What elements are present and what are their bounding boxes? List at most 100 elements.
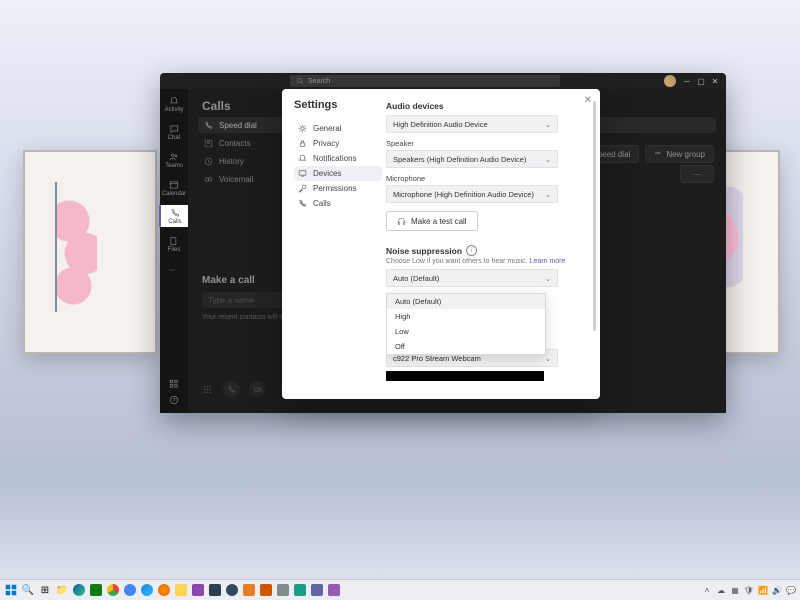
taskbar-app-9[interactable] bbox=[276, 583, 290, 597]
noise-option-low[interactable]: Low bbox=[387, 324, 545, 339]
taskbar-app-3[interactable] bbox=[174, 583, 188, 597]
global-search[interactable]: Search bbox=[290, 75, 560, 87]
taskbar-app-7[interactable] bbox=[242, 583, 256, 597]
rail-chat-label: Chat bbox=[168, 135, 181, 141]
nav-calls[interactable]: Calls bbox=[294, 196, 382, 211]
rail-activity-label: Activity bbox=[164, 107, 183, 113]
nav-general[interactable]: General bbox=[294, 121, 382, 136]
settings-nav: General Privacy Notifications Devices Pe… bbox=[294, 121, 382, 211]
taskbar-edge[interactable] bbox=[72, 583, 86, 597]
taskbar-chrome[interactable] bbox=[106, 583, 120, 597]
nav-devices[interactable]: Devices bbox=[294, 166, 382, 181]
rail-files-label: Files bbox=[168, 247, 181, 253]
titlebar: Search ─ ▢ ✕ bbox=[160, 73, 726, 89]
window-maximize[interactable]: ▢ bbox=[696, 76, 706, 86]
taskbar-search[interactable]: 🔍 bbox=[21, 583, 35, 597]
taskbar-app-6[interactable] bbox=[225, 583, 239, 597]
taskbar-firefox[interactable] bbox=[157, 583, 171, 597]
svg-text:?: ? bbox=[173, 398, 176, 404]
microphone-label: Microphone bbox=[386, 174, 584, 183]
tray-up-icon[interactable]: ˄ bbox=[702, 585, 712, 595]
window-close[interactable]: ✕ bbox=[710, 76, 720, 86]
rail-more[interactable]: ⋯ bbox=[160, 261, 188, 283]
system-tray: ˄ ☁ ▦ 🛡 📶 🔊 💬 bbox=[702, 585, 796, 595]
search-placeholder: Search bbox=[308, 78, 330, 85]
settings-scrollbar[interactable] bbox=[593, 101, 596, 385]
noise-option-off[interactable]: Off bbox=[387, 339, 545, 354]
more-icon: ⋯ bbox=[169, 267, 179, 277]
nav-general-label: General bbox=[313, 124, 341, 133]
nav-notifications-label: Notifications bbox=[313, 154, 357, 163]
taskbar-app-11[interactable] bbox=[327, 583, 341, 597]
start-button[interactable] bbox=[4, 583, 18, 597]
app-rail: Activity Chat Teams Calendar Calls Files… bbox=[160, 89, 188, 413]
noise-option-high[interactable]: High bbox=[387, 309, 545, 324]
nav-notifications[interactable]: Notifications bbox=[294, 151, 382, 166]
nav-devices-label: Devices bbox=[313, 169, 341, 178]
info-icon[interactable]: i bbox=[466, 245, 477, 256]
headset-icon bbox=[397, 217, 406, 226]
tray-sound-icon[interactable]: 🔊 bbox=[772, 585, 782, 595]
taskbar-app-1[interactable] bbox=[89, 583, 103, 597]
taskbar-app-5[interactable] bbox=[208, 583, 222, 597]
settings-title: Settings bbox=[294, 99, 382, 111]
rail-files[interactable]: Files bbox=[160, 233, 188, 255]
tray-onedrive-icon[interactable]: ☁ bbox=[716, 585, 726, 595]
apps-icon[interactable] bbox=[169, 379, 179, 389]
rail-chat[interactable]: Chat bbox=[160, 121, 188, 143]
search-icon bbox=[296, 77, 304, 85]
rail-teams[interactable]: Teams bbox=[160, 149, 188, 171]
avatar[interactable] bbox=[664, 75, 676, 87]
tray-action-center-icon[interactable]: 💬 bbox=[786, 585, 796, 595]
rail-teams-label: Teams bbox=[165, 163, 183, 169]
audio-device-value: High Definition Audio Device bbox=[393, 120, 488, 129]
microphone-select[interactable]: Microphone (High Definition Audio Device… bbox=[386, 185, 558, 203]
rail-calendar[interactable]: Calendar bbox=[160, 177, 188, 199]
noise-suppression-heading: Noise suppression bbox=[386, 246, 462, 256]
taskbar: 🔍 ⊞ 📁 ˄ ☁ ▦ 🛡 📶 🔊 💬 bbox=[0, 579, 800, 600]
taskbar-app-2[interactable] bbox=[123, 583, 137, 597]
speaker-value: Speakers (High Definition Audio Device) bbox=[393, 155, 526, 164]
noise-help-text: Choose Low if you want others to hear mu… bbox=[386, 258, 528, 265]
taskbar-app-8[interactable] bbox=[259, 583, 273, 597]
learn-more-link[interactable]: Learn more bbox=[530, 258, 566, 265]
chevron-down-icon: ⌄ bbox=[545, 190, 551, 199]
taskbar-edge-2[interactable] bbox=[140, 583, 154, 597]
nav-permissions[interactable]: Permissions bbox=[294, 181, 382, 196]
audio-devices-heading: Audio devices bbox=[386, 101, 584, 111]
taskbar-teams[interactable] bbox=[310, 583, 324, 597]
chevron-down-icon: ⌄ bbox=[545, 155, 551, 164]
audio-device-select[interactable]: High Definition Audio Device ⌄ bbox=[386, 115, 558, 133]
window-minimize[interactable]: ─ bbox=[682, 76, 692, 86]
rail-bottom: ? bbox=[160, 379, 188, 405]
test-call-label: Make a test call bbox=[411, 217, 467, 226]
rail-activity[interactable]: Activity bbox=[160, 93, 188, 115]
taskbar-app-10[interactable] bbox=[293, 583, 307, 597]
settings-dialog: ✕ Settings General Privacy Notifications… bbox=[282, 89, 600, 399]
tray-app-icon[interactable]: ▦ bbox=[730, 585, 740, 595]
chevron-down-icon: ⌄ bbox=[545, 120, 551, 129]
noise-option-auto-default-[interactable]: Auto (Default) bbox=[387, 294, 545, 309]
noise-suppression-select[interactable]: Auto (Default)⌄ bbox=[386, 269, 558, 287]
taskbar-app-4[interactable] bbox=[191, 583, 205, 597]
nav-permissions-label: Permissions bbox=[313, 184, 357, 193]
taskbar-explorer[interactable]: 📁 bbox=[55, 583, 69, 597]
nav-privacy-label: Privacy bbox=[313, 139, 339, 148]
tray-security-icon[interactable]: 🛡 bbox=[744, 585, 754, 595]
noise-suppression-dropdown: Auto (Default)HighLowOff bbox=[386, 293, 546, 355]
microphone-value: Microphone (High Definition Audio Device… bbox=[393, 190, 534, 199]
speaker-select[interactable]: Speakers (High Definition Audio Device) ⌄ bbox=[386, 150, 558, 168]
rail-calendar-label: Calendar bbox=[162, 191, 186, 197]
noise-suppression-help: Choose Low if you want others to hear mu… bbox=[386, 258, 584, 265]
test-call-button[interactable]: Make a test call bbox=[386, 211, 478, 231]
nav-privacy[interactable]: Privacy bbox=[294, 136, 382, 151]
chevron-down-icon: ⌄ bbox=[545, 354, 551, 363]
help-icon[interactable]: ? bbox=[169, 395, 179, 405]
tray-wifi-icon[interactable]: 📶 bbox=[758, 585, 768, 595]
camera-preview bbox=[386, 371, 544, 381]
chevron-down-icon: ⌄ bbox=[545, 274, 551, 283]
taskbar-taskview[interactable]: ⊞ bbox=[38, 583, 52, 597]
desktop-photo-left bbox=[23, 150, 157, 354]
rail-calls[interactable]: Calls bbox=[159, 205, 189, 227]
settings-body: Audio devices High Definition Audio Devi… bbox=[386, 89, 600, 399]
